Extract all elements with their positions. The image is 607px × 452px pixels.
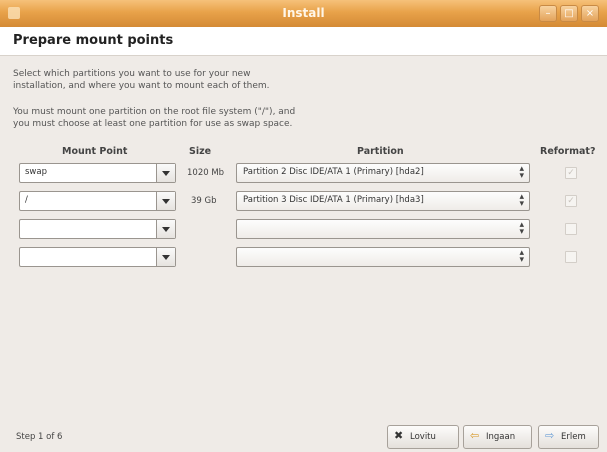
page-heading-bar: Prepare mount points (0, 27, 607, 56)
chevron-down-icon (162, 255, 170, 260)
instructions-2-line1: You must mount one partition on the root… (13, 107, 296, 117)
step-indicator: Step 1 of 6 (16, 432, 63, 442)
dropdown-arrow[interactable] (156, 192, 175, 210)
forward-button-label: Erlem (561, 432, 586, 442)
close-icon: ✖ (394, 429, 404, 442)
reformat-checkbox-2[interactable]: ✓ (565, 195, 577, 207)
reformat-checkbox-4[interactable] (565, 251, 577, 263)
close-window-button[interactable]: × (581, 5, 599, 22)
updown-icon: ▴ ▾ (519, 164, 524, 181)
partition-size: 39 Gb (191, 196, 217, 206)
updown-icon: ▴ ▾ (519, 192, 524, 209)
partition-size: 1020 Mb (187, 168, 225, 178)
mount-point-combo-1[interactable]: swap (19, 163, 176, 183)
page-title: Prepare mount points (13, 33, 174, 48)
dropdown-arrow[interactable] (156, 248, 175, 266)
mount-point-combo-4[interactable] (19, 247, 176, 267)
partition-combo-3[interactable]: ▴ ▾ (236, 219, 530, 239)
back-arrow-icon: ⇦ (470, 429, 480, 442)
instructions-1: Select which partitions you want to use … (13, 68, 333, 92)
reformat-checkbox-1[interactable]: ✓ (565, 167, 577, 179)
mount-point-combo-2[interactable]: / (19, 191, 176, 211)
partition-value: Partition 3 Disc IDE/ATA 1 (Primary) [hd… (243, 195, 424, 205)
instructions-2-line2: you must choose at least one partition f… (13, 119, 293, 129)
quit-button-label: Lovitu (410, 432, 436, 442)
dropdown-arrow[interactable] (156, 164, 175, 182)
header-partition: Partition (357, 146, 404, 157)
partition-combo-2[interactable]: Partition 3 Disc IDE/ATA 1 (Primary) [hd… (236, 191, 530, 211)
updown-icon: ▴ ▾ (519, 220, 524, 237)
instructions-1-line2: installation, and where you want to moun… (13, 81, 270, 91)
installer-window: Install – □ × Prepare mount points Selec… (0, 0, 607, 452)
quit-button[interactable]: ✖ Lovitu (387, 425, 459, 449)
window-title: Install (282, 6, 325, 20)
mount-point-value: swap (25, 167, 47, 177)
updown-icon: ▴ ▾ (519, 248, 524, 265)
back-button[interactable]: ⇦ Ingaan (463, 425, 532, 449)
instructions-2: You must mount one partition on the root… (13, 106, 373, 130)
partition-value: Partition 2 Disc IDE/ATA 1 (Primary) [hd… (243, 167, 424, 177)
header-mount-point: Mount Point (62, 146, 128, 157)
instructions-1-line1: Select which partitions you want to use … (13, 69, 251, 79)
back-button-label: Ingaan (486, 432, 516, 442)
chevron-down-icon (162, 171, 170, 176)
mount-point-combo-3[interactable] (19, 219, 176, 239)
chevron-down-icon (162, 199, 170, 204)
maximize-button[interactable]: □ (560, 5, 578, 22)
minimize-button[interactable]: – (539, 5, 557, 22)
window-controls: – □ × (539, 5, 599, 22)
partition-combo-4[interactable]: ▴ ▾ (236, 247, 530, 267)
title-bar: Install – □ × (0, 0, 607, 28)
reformat-checkbox-3[interactable] (565, 223, 577, 235)
forward-button[interactable]: ⇨ Erlem (538, 425, 599, 449)
chevron-down-icon (162, 227, 170, 232)
partition-combo-1[interactable]: Partition 2 Disc IDE/ATA 1 (Primary) [hd… (236, 163, 530, 183)
header-reformat: Reformat? (540, 146, 596, 157)
forward-arrow-icon: ⇨ (545, 429, 555, 442)
dropdown-arrow[interactable] (156, 220, 175, 238)
mount-point-value: / (25, 195, 28, 205)
header-size: Size (189, 146, 212, 157)
